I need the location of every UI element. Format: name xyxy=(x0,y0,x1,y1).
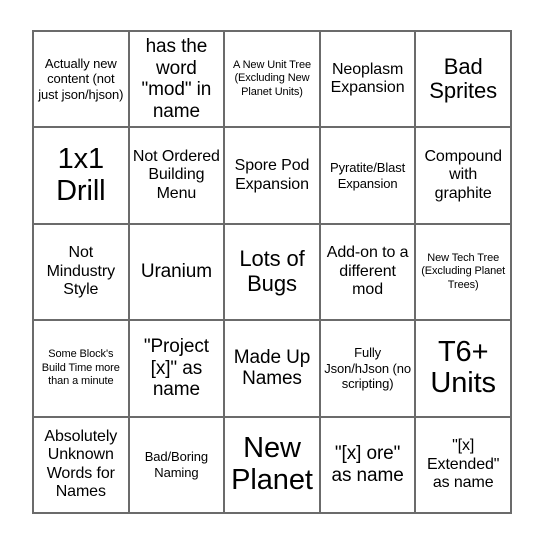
bingo-cell-label: Compound with graphite xyxy=(424,147,502,202)
bingo-cell-r2c2[interactable]: Not Ordered Building Menu xyxy=(129,128,226,225)
bingo-cell-label: "Project [x]" as name xyxy=(143,335,209,401)
bingo-cell-r2c1[interactable]: 1x1 Drill xyxy=(34,128,130,225)
bingo-cell-label: Not Mindustry Style xyxy=(46,244,116,299)
bingo-cell-label: Absolutely Unknown Words for Names xyxy=(44,427,118,501)
bingo-cell-r5c4[interactable]: "[x] ore" as name xyxy=(320,417,417,514)
bingo-cell-label: Spore Pod Expansion xyxy=(234,157,310,193)
bingo-cell-r3c2[interactable]: Uranium xyxy=(129,224,226,322)
bingo-cell-label: Actually new content (not just json/hjso… xyxy=(38,55,124,102)
bingo-cell-label: Bad Sprites xyxy=(429,53,498,104)
bingo-cell-r2c4[interactable]: Pyratite/Blast Expansion xyxy=(320,128,417,225)
bingo-cell-label: Not Ordered Building Menu xyxy=(132,147,220,202)
bingo-cell-label: T6+ Units xyxy=(430,335,496,400)
bingo-cell-label: Pyratite/Blast Expansion xyxy=(330,160,406,191)
bingo-cell-label: Uranium xyxy=(140,261,212,283)
bingo-cell-label: New Planet xyxy=(231,431,313,496)
bingo-cell-label: "[x] Extended" as name xyxy=(426,436,500,492)
bingo-cell-label: Some Block's Build Time more than a minu… xyxy=(41,348,120,388)
bingo-cell-r4c4[interactable]: Fully Json/hJson (no scripting) xyxy=(320,321,417,418)
bingo-cell-r5c5[interactable]: "[x] Extended" as name xyxy=(416,417,512,514)
bingo-cell-r5c3[interactable]: New Planet xyxy=(225,417,321,514)
bingo-cell-r3c3[interactable]: Lots of Bugs xyxy=(225,224,321,322)
bingo-cell-label: Fully Json/hJson (no scripting) xyxy=(324,345,411,392)
bingo-cell-label: New Tech Tree (Excluding Planet Trees) xyxy=(421,251,506,291)
bingo-cell-r4c5[interactable]: T6+ Units xyxy=(416,321,512,418)
bingo-cell-r3c5[interactable]: New Tech Tree (Excluding Planet Trees) xyxy=(416,224,512,322)
bingo-cell-label: 1x1 Drill xyxy=(56,142,106,207)
bingo-cell-label: Neoplasm Expansion xyxy=(330,60,405,97)
bingo-cell-label: Add-on to a different mod xyxy=(326,244,409,299)
bingo-cell-label: Made Up Names xyxy=(233,346,311,390)
bingo-cell-r5c2[interactable]: Bad/Boring Naming xyxy=(129,417,226,514)
bingo-cell-r4c2[interactable]: "Project [x]" as name xyxy=(129,321,226,418)
bingo-cell-r1c4[interactable]: Neoplasm Expansion xyxy=(320,32,417,129)
bingo-cell-r2c3[interactable]: Spore Pod Expansion xyxy=(225,128,321,225)
bingo-cell-label: has the word "mod" in name xyxy=(141,35,212,122)
bingo-cell-r4c1[interactable]: Some Block's Build Time more than a minu… xyxy=(34,321,130,418)
bingo-cell-r3c4[interactable]: Add-on to a different mod xyxy=(320,224,417,322)
bingo-cell-label: A New Unit Tree (Excluding New Planet Un… xyxy=(233,59,311,98)
bingo-cell-label: Lots of Bugs xyxy=(239,246,305,296)
bingo-cell-r3c1[interactable]: Not Mindustry Style xyxy=(34,224,130,322)
bingo-cell-r4c3[interactable]: Made Up Names xyxy=(225,321,321,418)
bingo-cell-r1c3[interactable]: A New Unit Tree (Excluding New Planet Un… xyxy=(225,32,321,129)
bingo-cell-r5c1[interactable]: Absolutely Unknown Words for Names xyxy=(34,417,130,514)
bingo-cell-label: "[x] ore" as name xyxy=(331,443,404,486)
bingo-cell-r1c1[interactable]: Actually new content (not just json/hjso… xyxy=(34,32,130,129)
bingo-cell-label: Bad/Boring Naming xyxy=(144,449,209,480)
bingo-cell-r1c2[interactable]: has the word "mod" in name xyxy=(129,32,226,129)
bingo-card-grid: Actually new content (not just json/hjso… xyxy=(32,30,512,514)
bingo-cell-r2c5[interactable]: Compound with graphite xyxy=(416,128,512,225)
bingo-cell-r1c5[interactable]: Bad Sprites xyxy=(416,32,512,129)
